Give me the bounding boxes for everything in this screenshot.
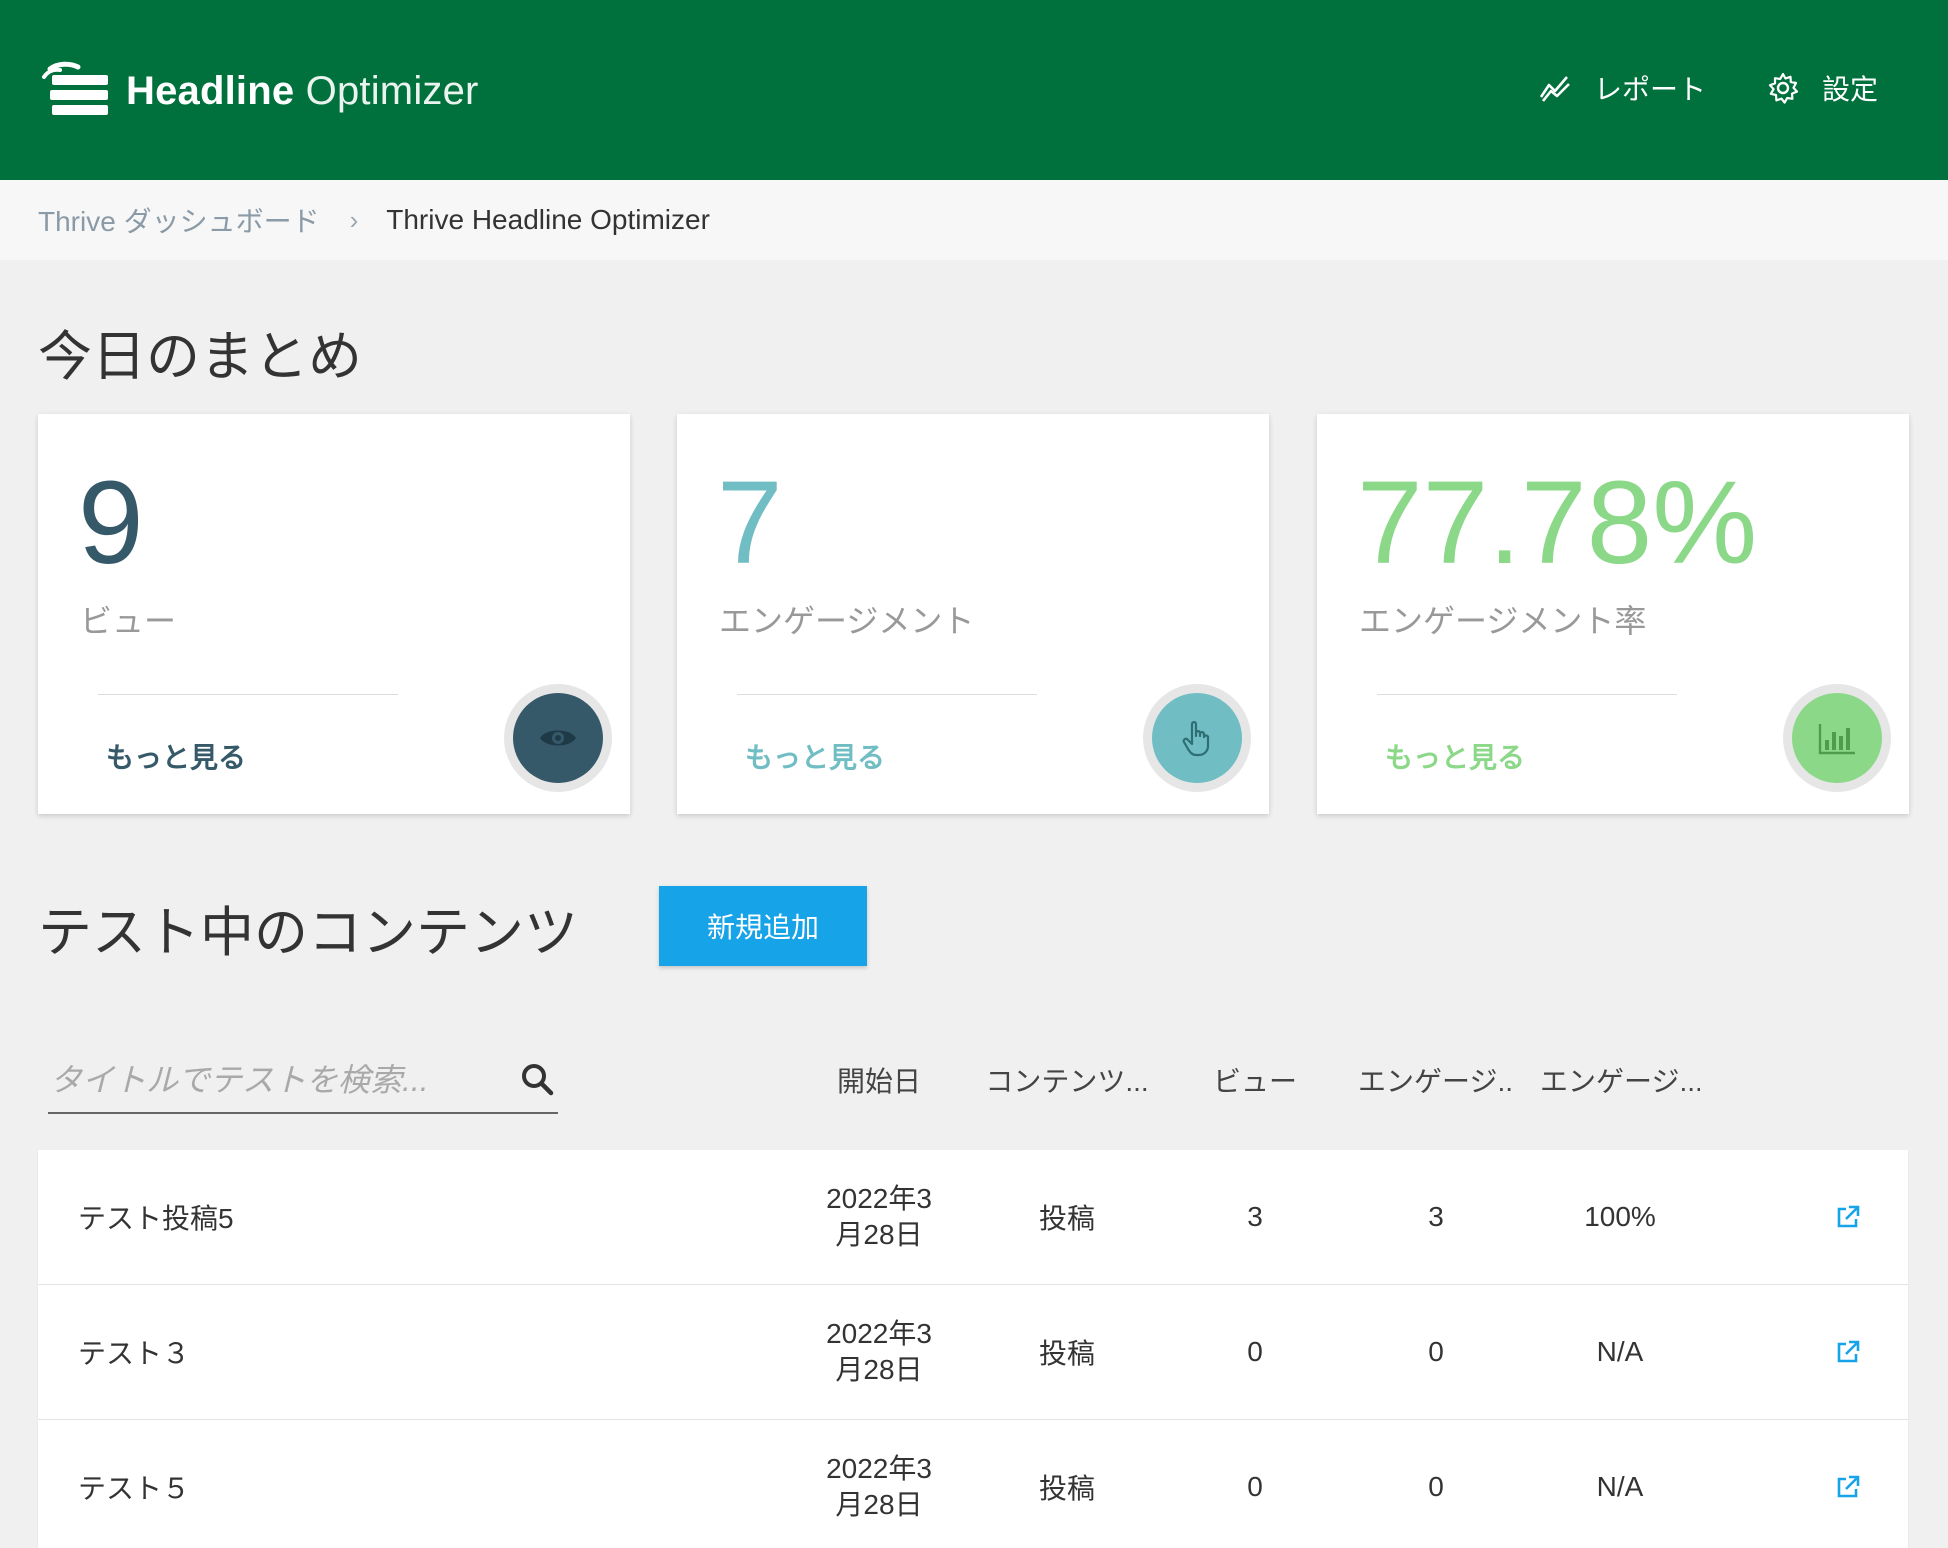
top-header: Headline Optimizer レポート 設定 bbox=[0, 0, 1948, 180]
row-external-link[interactable] bbox=[1828, 1150, 1868, 1284]
row-content-type: 投稿 bbox=[1038, 1203, 1095, 1234]
search-input[interactable] bbox=[48, 1050, 488, 1110]
row-content-type: 投稿 bbox=[1038, 1473, 1095, 1504]
table-row[interactable]: テスト３ 2022年3 月28日 投稿 0 0 N/A bbox=[38, 1285, 1908, 1419]
card-divider bbox=[98, 694, 398, 695]
row-date-line2: 月28日 bbox=[835, 1219, 923, 1250]
row-date-line1: 2022年3 bbox=[826, 1183, 932, 1214]
row-views: 3 bbox=[1247, 1201, 1263, 1232]
external-link-icon bbox=[1837, 1475, 1860, 1498]
row-engagement-rate: 100% bbox=[1584, 1201, 1656, 1232]
card-divider bbox=[1377, 694, 1677, 695]
engagements-more-link[interactable]: もっと見る bbox=[745, 736, 885, 776]
top-nav: レポート 設定 bbox=[1538, 62, 1878, 114]
logo-text-light: Optimizer bbox=[294, 68, 479, 113]
row-views: 0 bbox=[1247, 1336, 1263, 1367]
column-header-engagement-rate[interactable]: エンゲージ... bbox=[1540, 1060, 1700, 1104]
gear-icon bbox=[1768, 72, 1799, 104]
row-date-line2: 月28日 bbox=[835, 1354, 923, 1385]
row-date-line2: 月28日 bbox=[835, 1489, 923, 1520]
nav-settings-label: 設定 bbox=[1821, 74, 1878, 105]
line-chart-icon bbox=[1539, 76, 1570, 102]
logo-text: Headline Optimizer bbox=[126, 69, 479, 114]
column-header-start-date[interactable]: 開始日 bbox=[800, 1060, 958, 1104]
card-divider bbox=[737, 694, 1037, 695]
row-external-link[interactable] bbox=[1828, 1285, 1868, 1419]
external-link-icon bbox=[1837, 1340, 1860, 1363]
engagements-label: エンゲージメント bbox=[719, 603, 975, 639]
engagement-rate-value: 77.78% bbox=[1357, 457, 1758, 589]
column-header-views[interactable]: ビュー bbox=[1180, 1060, 1330, 1104]
row-start-date: 2022年3 月28日 bbox=[800, 1150, 958, 1284]
logo-icon bbox=[42, 61, 108, 115]
views-more-link[interactable]: もっと見る bbox=[106, 736, 246, 776]
testing-title: テスト中のコンテンツ bbox=[38, 903, 578, 963]
row-date-line1: 2022年3 bbox=[826, 1453, 932, 1484]
row-start-date: 2022年3 月28日 bbox=[800, 1420, 958, 1548]
search-bar bbox=[48, 1050, 558, 1114]
row-date-line1: 2022年3 bbox=[826, 1318, 932, 1349]
row-title: テスト５ bbox=[78, 1473, 191, 1504]
row-external-link[interactable] bbox=[1828, 1420, 1868, 1548]
breadcrumb-current: Thrive Headline Optimizer bbox=[386, 204, 710, 235]
engagements-value: 7 bbox=[717, 457, 783, 589]
engagement-rate-icon-button[interactable] bbox=[1783, 684, 1891, 792]
views-label: ビュー bbox=[80, 603, 177, 639]
engagement-rate-more-link[interactable]: もっと見る bbox=[1385, 736, 1525, 776]
views-card: 9 ビュー もっと見る bbox=[38, 414, 630, 814]
add-new-button[interactable]: 新規追加 bbox=[659, 886, 867, 966]
logo-text-bold: Headline bbox=[126, 68, 295, 113]
breadcrumb: Thrive ダッシュボード › Thrive Headline Optimiz… bbox=[0, 180, 1948, 260]
engagements-icon-button[interactable] bbox=[1143, 684, 1251, 792]
row-engagement-rate: N/A bbox=[1596, 1471, 1644, 1502]
column-header-content-type[interactable]: コンテンツ... bbox=[977, 1060, 1157, 1104]
views-value: 9 bbox=[78, 457, 144, 589]
table-row[interactable]: テスト投稿5 2022年3 月28日 投稿 3 3 100% bbox=[38, 1150, 1908, 1284]
logo[interactable]: Headline Optimizer bbox=[40, 58, 479, 124]
nav-reports-label: レポート bbox=[1593, 74, 1706, 105]
engagement-rate-label: エンゲージメント率 bbox=[1359, 603, 1647, 639]
row-start-date: 2022年3 月28日 bbox=[800, 1285, 958, 1419]
row-views: 0 bbox=[1247, 1471, 1263, 1502]
table-row[interactable]: テスト５ 2022年3 月28日 投稿 0 0 N/A bbox=[38, 1420, 1908, 1548]
eye-icon bbox=[540, 730, 576, 746]
bar-chart-icon bbox=[1818, 724, 1855, 755]
search-icon[interactable] bbox=[518, 1060, 558, 1100]
column-header-engagements[interactable]: エンゲージ... bbox=[1358, 1060, 1514, 1104]
row-engagements: 0 bbox=[1428, 1471, 1444, 1502]
row-title: テスト３ bbox=[78, 1338, 191, 1369]
external-link-icon bbox=[1837, 1205, 1860, 1228]
views-icon-button[interactable] bbox=[504, 684, 612, 792]
row-engagement-rate: N/A bbox=[1596, 1336, 1644, 1367]
row-engagements: 3 bbox=[1428, 1201, 1444, 1232]
row-title: テスト投稿5 bbox=[78, 1203, 234, 1234]
engagements-card: 7 エンゲージメント もっと見る bbox=[677, 414, 1269, 814]
pointer-hand-icon bbox=[1182, 721, 1210, 757]
row-engagements: 0 bbox=[1428, 1336, 1444, 1367]
breadcrumb-dashboard-link[interactable]: Thrive ダッシュボード bbox=[38, 200, 320, 240]
row-content-type: 投稿 bbox=[1038, 1338, 1095, 1369]
nav-settings[interactable]: 設定 bbox=[1766, 68, 1878, 108]
summary-title: 今日のまとめ bbox=[38, 327, 362, 387]
nav-reports[interactable]: レポート bbox=[1538, 68, 1706, 108]
breadcrumb-separator: › bbox=[349, 204, 359, 235]
engagement-rate-card: 77.78% エンゲージメント率 もっと見る bbox=[1317, 414, 1909, 814]
